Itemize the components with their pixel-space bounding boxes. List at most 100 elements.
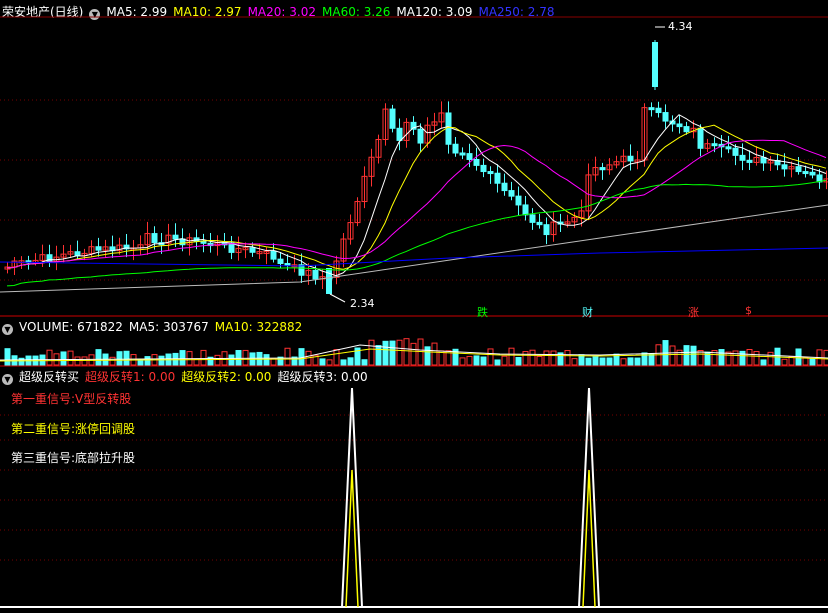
ma60-line	[6, 179, 827, 287]
candle	[74, 251, 81, 257]
volume-bar	[746, 349, 753, 366]
volume-bar	[144, 356, 151, 366]
volume-bar	[123, 350, 130, 366]
volume-bar	[634, 357, 641, 366]
volume-bar	[109, 356, 116, 366]
volume-bar	[389, 340, 396, 366]
candle	[389, 108, 396, 129]
signal-2-value: 涨停回调股	[75, 422, 136, 436]
candle	[277, 258, 284, 265]
signal-1-value: V型反转股	[75, 392, 132, 406]
volume-bar	[690, 345, 697, 366]
volume-bar	[396, 339, 403, 366]
volume-bar	[473, 355, 480, 366]
candle	[809, 171, 816, 176]
vol-ma10-label: MA10: 322882	[214, 320, 303, 334]
volume-bar	[767, 351, 774, 366]
candle	[249, 247, 256, 253]
volume-bar	[18, 357, 25, 366]
volume-bar	[592, 356, 599, 366]
candle	[228, 242, 235, 253]
volume-bar	[564, 350, 571, 366]
volume-bar	[46, 349, 53, 366]
candle	[795, 166, 802, 173]
volume-label: VOLUME: 671822	[19, 320, 123, 334]
volume-bar	[95, 349, 102, 366]
volume-bar	[620, 358, 627, 366]
tag-cai[interactable]: 财	[582, 304, 593, 320]
volume-bar	[326, 359, 333, 366]
candle	[522, 204, 529, 216]
signal-spike-2	[578, 387, 600, 608]
volume-bar	[116, 351, 123, 366]
signal-1-label: 第一重信号:	[11, 392, 76, 406]
candle	[494, 172, 501, 184]
volume-bar	[585, 357, 592, 366]
signal-3-label: 第三重信号:	[11, 451, 76, 465]
candle	[466, 153, 473, 160]
volume-bar	[760, 359, 767, 366]
volume-bar	[319, 358, 326, 366]
volume-bar	[466, 355, 473, 366]
candle	[487, 171, 494, 175]
volume-bar	[753, 351, 760, 366]
volume-bar	[67, 350, 74, 366]
volume-bar	[158, 355, 165, 366]
volume-bar	[550, 350, 557, 366]
volume-bar	[739, 350, 746, 366]
candle	[652, 42, 658, 87]
candle	[760, 156, 767, 164]
volume-bar	[179, 350, 186, 366]
volume-bar	[375, 345, 382, 366]
volume-bar	[606, 357, 613, 366]
volume-bar	[536, 355, 543, 366]
chevron-down-icon[interactable]: ▼	[2, 374, 13, 385]
ma250-line	[0, 247, 828, 267]
volume-bar	[487, 348, 494, 366]
volume-bar	[235, 350, 242, 366]
indicator-title: 超级反转买	[19, 370, 80, 384]
reversal2-label: 超级反转2: 0.00	[181, 370, 272, 384]
volume-bar	[263, 354, 270, 366]
volume-bar	[718, 349, 725, 366]
candle	[627, 155, 634, 162]
tag-die[interactable]: 跌	[477, 304, 488, 320]
candle	[648, 107, 655, 111]
tag-zhang[interactable]: 涨	[688, 304, 699, 320]
candle	[543, 224, 550, 236]
volume-bar	[508, 347, 515, 366]
volume-bar	[81, 356, 88, 366]
candle	[683, 126, 690, 133]
volume-bar	[368, 339, 375, 366]
candle	[452, 143, 459, 154]
volume-bar	[648, 353, 655, 366]
candle	[172, 234, 179, 240]
volume-bar	[480, 356, 487, 366]
volume-bar	[599, 357, 606, 366]
indicator-header: ▼ 超级反转买 超级反转1: 0.00 超级反转2: 0.00 超级反转3: 0.00	[2, 368, 374, 386]
volume-bar	[697, 350, 704, 366]
volume-bar	[494, 359, 501, 366]
signal-3-value: 底部拉升股	[75, 451, 136, 465]
volume-bar	[60, 351, 67, 366]
volume-bar	[4, 348, 11, 366]
candle	[473, 158, 480, 166]
candle	[781, 164, 788, 170]
signal-spike-1	[341, 387, 363, 608]
volume-bar	[333, 349, 340, 366]
tag-dollar[interactable]: $	[745, 304, 752, 317]
volume-bar	[522, 351, 529, 366]
candle	[445, 112, 452, 145]
volume-bar	[571, 358, 578, 366]
candle	[459, 152, 466, 156]
ma20-line	[6, 139, 827, 269]
volume-bar	[340, 359, 347, 366]
volume-bar	[431, 342, 438, 366]
candle	[662, 112, 669, 122]
price-chart-canvas	[0, 16, 828, 608]
chevron-down-icon[interactable]: ▼	[2, 324, 13, 335]
volume-bar	[501, 355, 508, 366]
volume-bar	[424, 346, 431, 366]
candle	[725, 146, 732, 150]
volume-bar	[284, 347, 291, 366]
